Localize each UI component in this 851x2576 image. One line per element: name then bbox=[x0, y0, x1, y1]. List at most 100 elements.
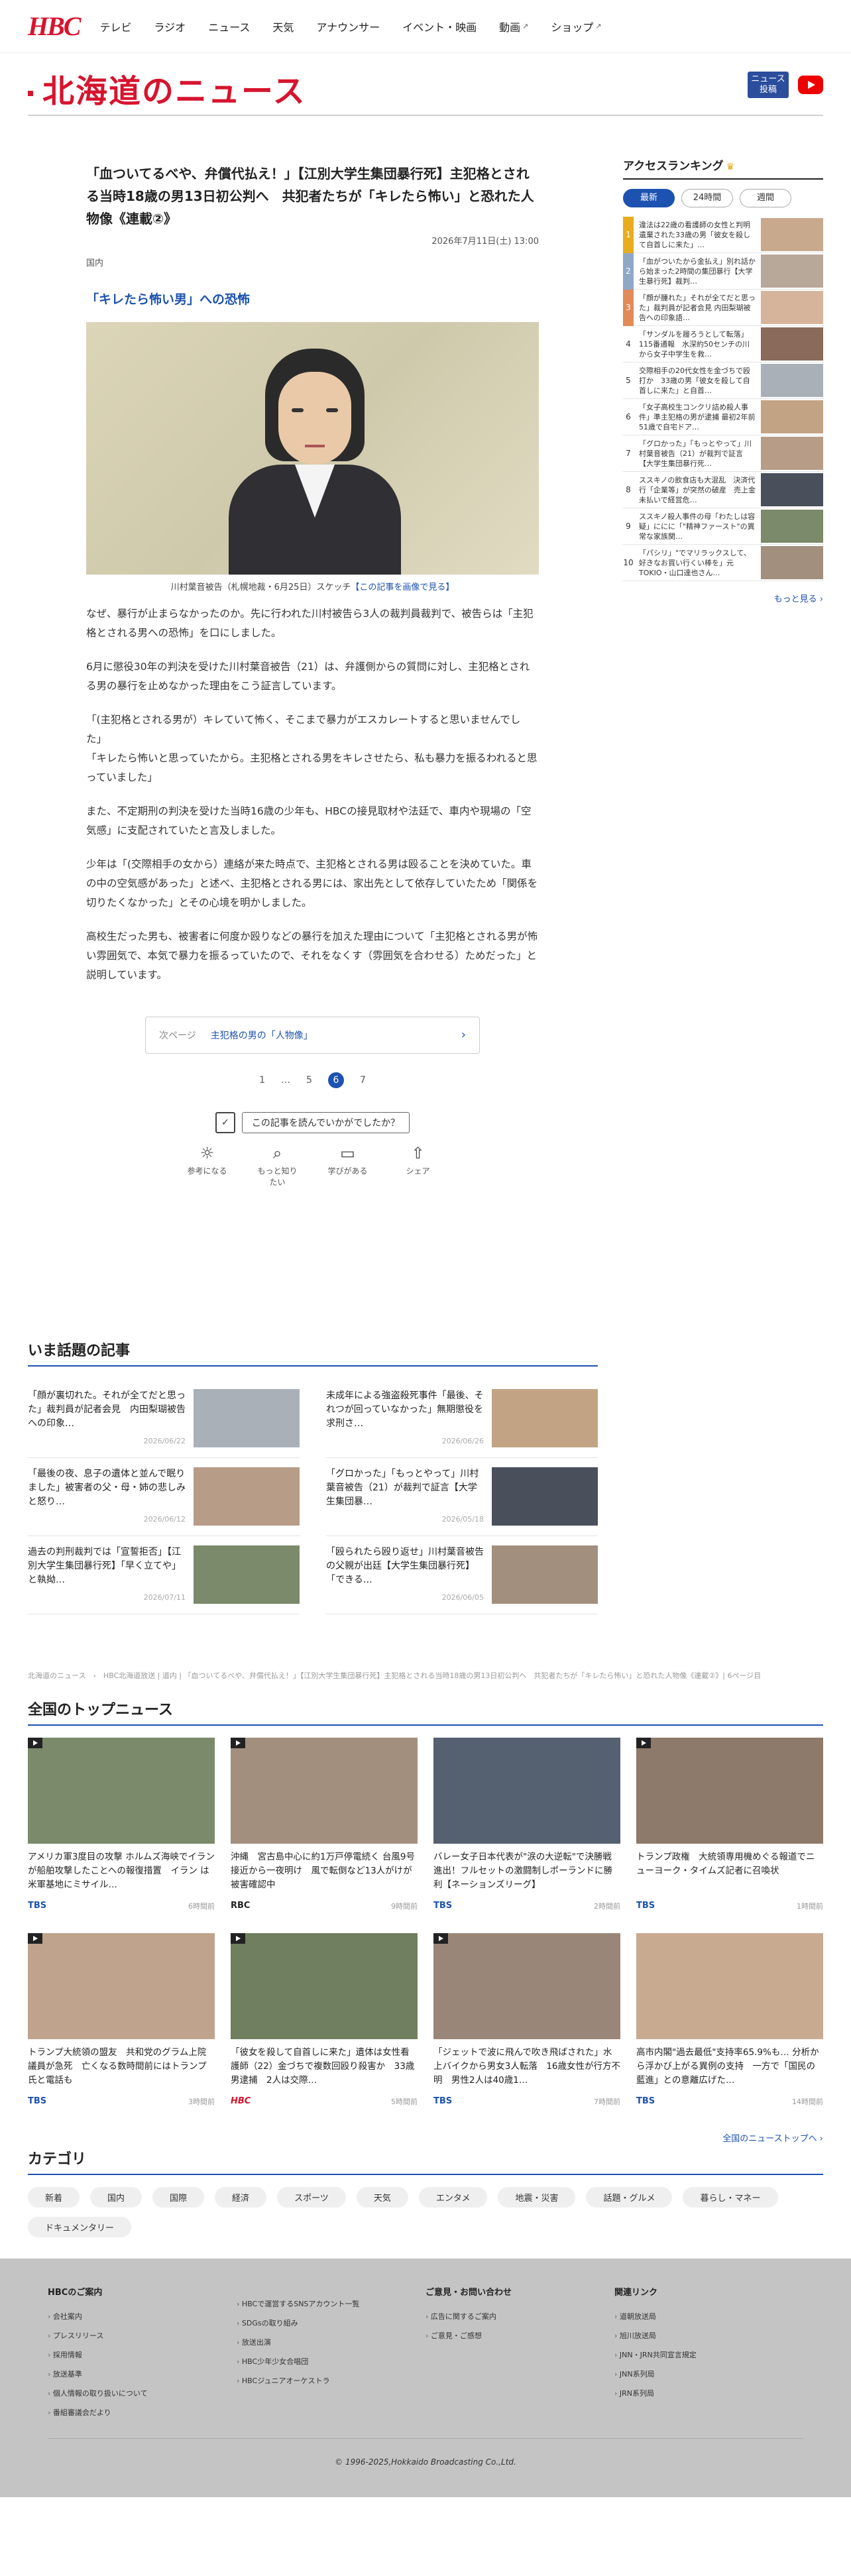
trending-item[interactable]: 「最後の夜、息子の遺体と並んで眠りました」被害者の父・母・姉の悲しみと怒り… 20… bbox=[28, 1458, 300, 1536]
nav-item-2[interactable]: ニュース bbox=[208, 19, 250, 34]
ranking-tab[interactable]: 24時間 bbox=[681, 189, 733, 207]
trending-item[interactable]: 「殴られたら殴り返せ」川村葉音被告の父親が出廷【大学生集団暴行死】「できる… 20… bbox=[326, 1536, 598, 1614]
footer-column: 関連リンク道朝放送局旭川放送局JNN・JRN共同宣言規定JNN系列局JRN系列局 bbox=[614, 2285, 803, 2422]
article-category[interactable]: 国内 bbox=[86, 256, 539, 268]
news-meta: RBC 9時間前 bbox=[231, 1901, 418, 1911]
ranking-item[interactable]: 5 交際相手の20代女性を金づちで殴打か 33歳の男「彼女を殺して自首しに来た」と… bbox=[623, 363, 823, 399]
national-news-card[interactable]: トランプ政権 大統領専用機めぐる報道でニューヨーク・タイムズ記者に召喚状 TBS 1… bbox=[636, 1738, 823, 1933]
footer-link[interactable]: 広告に関するご案内 bbox=[426, 2307, 614, 2326]
nav-item-1[interactable]: ラジオ bbox=[154, 19, 186, 34]
next-page-title: 主犯格の男の「人物像」 bbox=[210, 1031, 313, 1041]
category-chip[interactable]: 国内 bbox=[90, 2187, 142, 2208]
trending-item-date: 2026/06/12 bbox=[143, 1515, 186, 1524]
national-grid: アメリカ軍3度目の攻撃 ホルムズ海峡でイランが船舶攻撃したことへの報復措置 イラ… bbox=[28, 1738, 823, 2129]
ranking-item[interactable]: 7 「グロかった」「もっとやって」川村葉音被告（21）が裁判で証言【大学生集団暴行… bbox=[623, 435, 823, 472]
ranking-item[interactable]: 3 「顔が腫れた」それが全てだと思った」裁判員が記者会見 内田梨瑚被告への印象語… bbox=[623, 289, 823, 326]
page-link[interactable]: 1 bbox=[259, 1075, 265, 1086]
category-chip[interactable]: ドキュメンタリー bbox=[28, 2217, 132, 2237]
footer-link[interactable]: JNN系列局 bbox=[614, 2365, 803, 2384]
ranking-tab[interactable]: 最新 bbox=[623, 189, 675, 207]
ranking-item-title: 「サンダルを履ろうとして転落」115番通報 水深約50センチの川から女子中学生を… bbox=[639, 329, 750, 359]
category-chip[interactable]: 国際 bbox=[152, 2187, 205, 2208]
category-chip[interactable]: 天気 bbox=[356, 2187, 408, 2208]
page-link: … bbox=[281, 1075, 291, 1086]
article-title: 「血ついてるべや、弁償代払え！」【江別大学生集団暴行死】主犯格とされる当時18歳… bbox=[86, 166, 534, 227]
national-news-card[interactable]: 沖縄 宮古島中心に約1万戸停電続く 台風9号接近から一夜明け 風で転倒など13人… bbox=[231, 1738, 418, 1933]
footer-link[interactable]: プレスリリース bbox=[48, 2326, 237, 2345]
reaction-label: 参考になる bbox=[187, 1166, 227, 1176]
news-thumbnail bbox=[636, 1738, 823, 1844]
national-news-card[interactable]: 高市内閣"過去最低"支持率65.9%も… 分析から浮かび上がる異例の支持 一方で… bbox=[636, 1933, 823, 2129]
page-link[interactable]: 7 bbox=[360, 1075, 366, 1086]
footer-link[interactable]: SDGsの取り組み bbox=[237, 2314, 426, 2333]
rank-number: 10 bbox=[623, 557, 634, 567]
ranking-item[interactable]: 10 「パシリ」"でマリラックスして、好きなお買い行くい棒を」元TOKIO・山口達… bbox=[623, 545, 823, 581]
trending-item[interactable]: 「グロかった」「もっとやって」川村葉音被告（21）が裁判で証言【大学生集団暴… 2… bbox=[326, 1458, 598, 1536]
footer-link[interactable]: JRN系列局 bbox=[614, 2384, 803, 2403]
category-chip[interactable]: 地震・災害 bbox=[498, 2187, 576, 2208]
category-chip[interactable]: エンタメ bbox=[418, 2187, 488, 2208]
footer-link[interactable]: JNN・JRN共同宣言規定 bbox=[614, 2345, 803, 2365]
nav-item-3[interactable]: 天気 bbox=[272, 19, 294, 34]
view-as-image-link[interactable]: 【この記事を画像で見る】 bbox=[351, 583, 454, 592]
footer-link[interactable]: 放送出演 bbox=[237, 2333, 426, 2352]
trending-item[interactable]: 未成年による強盗殺死事件「最後、それつが回っていなかった」無期懲役を求刑さ… 20… bbox=[326, 1380, 598, 1458]
ranking-item[interactable]: 8 ススキノの飲食店も大混乱 決済代行「企業等」が突然の破産 売上金未払いで経営危… bbox=[623, 472, 823, 508]
national-news-card[interactable]: バレー女子日本代表が"涙の大逆転"で決勝戦進出！フルセットの激闘制しポーランドに… bbox=[433, 1738, 620, 1933]
category-chip[interactable]: 経済 bbox=[215, 2187, 267, 2208]
national-news-card[interactable]: 「ジェットで波に飛んで吹き飛ばされた」水上バイクから男女3人転落 16歳女性が行… bbox=[433, 1933, 620, 2129]
footer-link[interactable]: 放送基準 bbox=[48, 2365, 237, 2384]
nav-item-0[interactable]: テレビ bbox=[99, 19, 131, 34]
reaction-label: シェア bbox=[406, 1166, 430, 1176]
youtube-icon[interactable] bbox=[798, 76, 823, 94]
footer-link[interactable]: 会社案内 bbox=[48, 2307, 237, 2326]
category-chip[interactable]: 新着 bbox=[28, 2187, 80, 2208]
nav-item-5[interactable]: イベント・映画 bbox=[402, 19, 477, 34]
ranking-tab[interactable]: 週間 bbox=[740, 189, 791, 207]
trending-item-text: 未成年による強盗殺死事件「最後、それつが回っていなかった」無期懲役を求刑さ… 20… bbox=[326, 1389, 492, 1448]
reaction-button[interactable]: ☼ 参考になる bbox=[184, 1144, 231, 1188]
trending-item[interactable]: 「顔が裏切れた。それが全てだと思った」裁判員が記者会見 内田梨瑚被告への印象… 2… bbox=[28, 1380, 300, 1458]
news-post-button[interactable]: ニュース 投稿 bbox=[748, 72, 789, 98]
ranking-more-link[interactable]: もっと見る › bbox=[623, 592, 823, 604]
category-chip[interactable]: 暮らし・マネー bbox=[683, 2187, 778, 2208]
footer-link[interactable]: 個人情報の取り扱いについて bbox=[48, 2384, 237, 2403]
national-news-card[interactable]: アメリカ軍3度目の攻撃 ホルムズ海峡でイランが船舶攻撃したことへの報復措置 イラ… bbox=[28, 1738, 215, 1933]
news-title: バレー女子日本代表が"涙の大逆転"で決勝戦進出！フルセットの激闘制しポーランドに… bbox=[433, 1852, 612, 1890]
reaction-button[interactable]: ▭ 学びがある bbox=[325, 1144, 371, 1188]
footer-link[interactable]: HBCで運営するSNSアカウント一覧 bbox=[237, 2294, 426, 2314]
nav-item-7[interactable]: ショップ ↗ bbox=[551, 19, 601, 34]
trending-articles: いま話題の記事 「顔が裏切れた。それが全てだと思った」裁判員が記者会見 内田梨瑚… bbox=[28, 1339, 598, 1614]
news-meta: TBS 7時間前 bbox=[433, 2096, 620, 2107]
page-link[interactable]: 6 bbox=[327, 1072, 344, 1088]
footer-link[interactable]: 番組審議会だより bbox=[48, 2403, 237, 2422]
ranking-title: アクセスランキング bbox=[623, 160, 724, 173]
ranking-item[interactable]: 6 「女子高校生コンクリ詰め殺人事件」準主犯格の男が逮捕 最初2年前51歳で自宅ド… bbox=[623, 399, 823, 435]
trending-item[interactable]: 過去の判刑裁判では「宣誓拒否」【江別大学生集団暴行死】「早く立てや」と執拗… 20… bbox=[28, 1536, 300, 1614]
category-chip[interactable]: スポーツ bbox=[277, 2187, 346, 2208]
footer-link[interactable]: 旭川放送局 bbox=[614, 2326, 803, 2345]
category-chip[interactable]: 話題・グルメ bbox=[586, 2187, 673, 2208]
page-link[interactable]: 5 bbox=[306, 1075, 312, 1086]
national-news-card[interactable]: トランプ大統領の盟友 共和党のグラム上院議員が急死 亡くなる数時間前にはトランプ… bbox=[28, 1933, 215, 2129]
ranking-thumbnail bbox=[761, 327, 823, 361]
nav-item-4[interactable]: アナウンサー bbox=[316, 19, 380, 34]
breadcrumb[interactable]: 北海道のニュース › HBC北海道放送 | 道内 | 「血ついてるべや、弁償代払… bbox=[28, 1670, 823, 1681]
footer-link[interactable]: ご意見・ご感想 bbox=[426, 2326, 614, 2345]
hbc-logo[interactable]: HBC bbox=[28, 11, 81, 42]
footer-link[interactable]: HBC少年少女合唱団 bbox=[237, 2352, 426, 2371]
ranking-item[interactable]: 2 「血がついたから金払え」別れ話から始まった2時間の集団暴行【大学生暴行死】裁判… bbox=[623, 252, 823, 290]
national-more-link[interactable]: 全国のニューストップへ › bbox=[28, 2131, 823, 2144]
ranking-item[interactable]: 9 ススキノ殺人事件の母「わたしは容疑」ににに「"精神ファースト"の異常な家族関… bbox=[623, 508, 823, 545]
reaction-button[interactable]: ⌕ もっと知りたい bbox=[255, 1144, 301, 1188]
footer-link[interactable]: HBCジュニアオーケストラ bbox=[237, 2371, 426, 2390]
nav-item-6[interactable]: 動画 ↗ bbox=[499, 19, 528, 34]
article-sketch-image[interactable] bbox=[86, 322, 539, 575]
ranking-item[interactable]: 1 違法は22歳の看護師の女性と判明 遺棄された33歳の男「彼女を殺して自首しに来… bbox=[623, 216, 823, 253]
ranking-item[interactable]: 4 「サンダルを履ろうとして転落」115番通報 水深約50センチの川から女子中学生… bbox=[623, 326, 823, 363]
footer-link[interactable]: 道朝放送局 bbox=[614, 2307, 803, 2326]
footer-link[interactable]: 採用情報 bbox=[48, 2345, 237, 2365]
next-page-link[interactable]: 次ページ 主犯格の男の「人物像」 › bbox=[145, 1017, 480, 1054]
national-news-card[interactable]: 「彼女を殺して自首しに来た」遺体は女性看護師（22）金づちで複数回殴り殺害か 3… bbox=[231, 1933, 418, 2129]
reaction-button[interactable]: ⇧ シェア bbox=[395, 1144, 441, 1188]
